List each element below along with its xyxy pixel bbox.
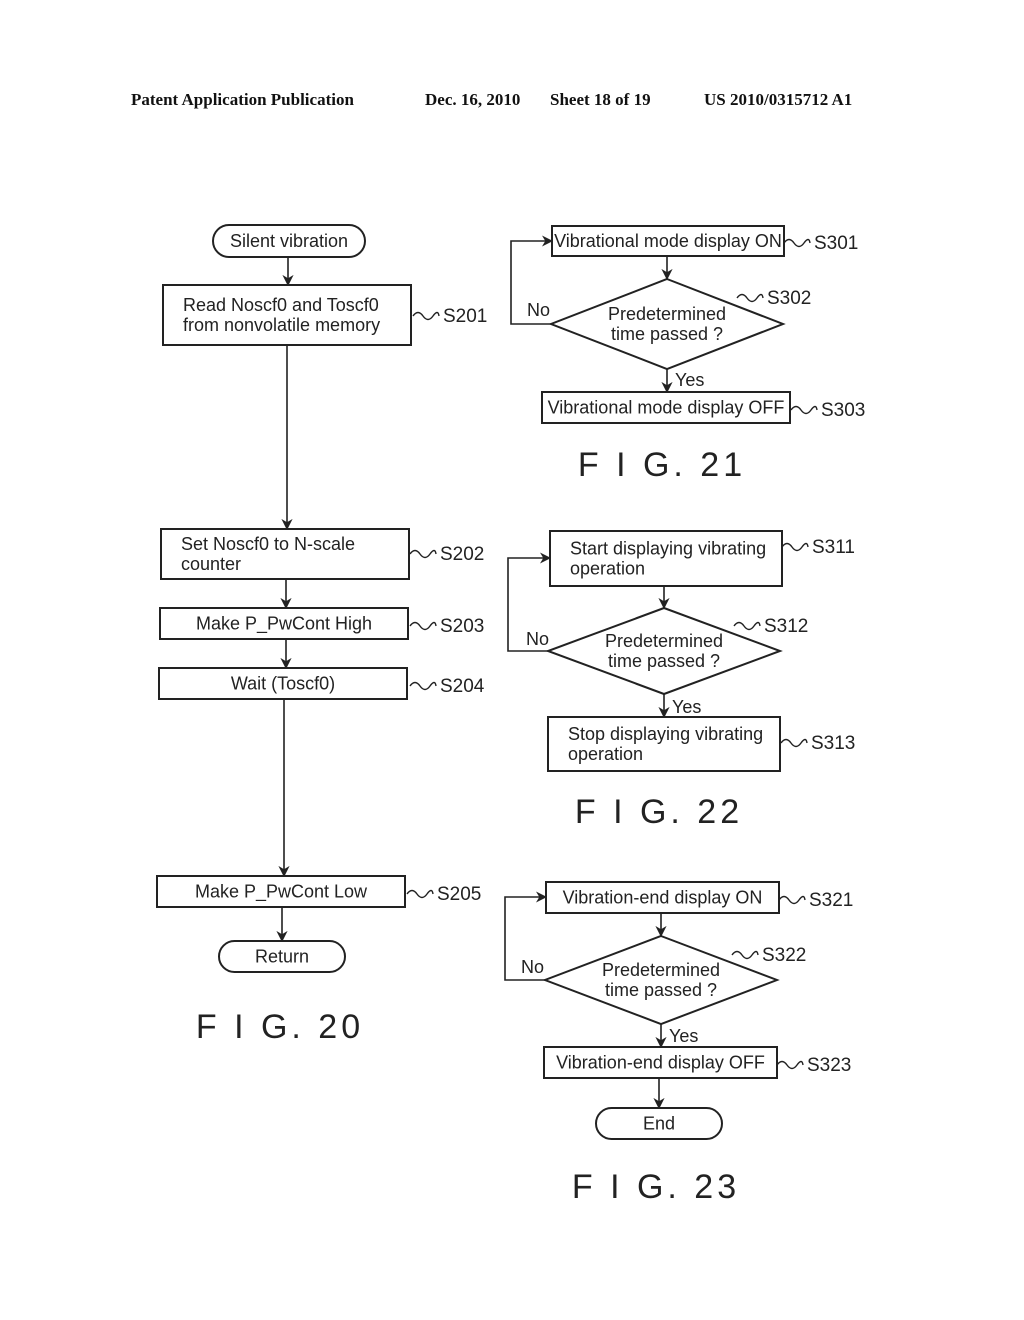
node-text: counter bbox=[181, 554, 241, 574]
node-text: Silent vibration bbox=[230, 231, 348, 251]
step-leader-tilde bbox=[406, 889, 434, 899]
node-text: Wait (Toscf0) bbox=[231, 674, 335, 694]
branch-label-yes: Yes bbox=[669, 1026, 698, 1046]
step-leader-tilde bbox=[409, 621, 437, 631]
decision-S302: Predeterminedtime passed ? S302 bbox=[548, 277, 811, 371]
branch-label-no: No bbox=[521, 957, 544, 977]
step-label-S322: S322 bbox=[762, 945, 806, 966]
step-label-S311: S311 bbox=[812, 537, 855, 558]
node-text: Return bbox=[255, 947, 309, 967]
process-S205: Make P_PwCont Low S205 bbox=[156, 875, 481, 908]
decision-S312: Predeterminedtime passed ? S312 bbox=[545, 606, 808, 696]
step-leader-tilde bbox=[409, 681, 437, 691]
step-leader-tilde bbox=[781, 542, 809, 552]
figure-caption: F I G. 22 bbox=[575, 793, 743, 831]
node-text: from nonvolatile memory bbox=[183, 315, 380, 335]
node-text: Predetermined bbox=[602, 960, 720, 980]
node-text: Start displaying vibrating bbox=[570, 539, 766, 559]
step-leader-tilde bbox=[412, 311, 440, 321]
process-S203: Make P_PwCont High S203 bbox=[159, 607, 484, 640]
step-leader-tilde bbox=[776, 1060, 804, 1070]
decision-S322: Predeterminedtime passed ? S322 bbox=[542, 934, 806, 1026]
step-label-S201: S201 bbox=[443, 306, 487, 327]
step-label-S312: S312 bbox=[764, 616, 808, 637]
node-text: time passed ? bbox=[608, 651, 720, 671]
node-text: Predetermined bbox=[608, 304, 726, 324]
node-text: Vibrational mode display OFF bbox=[548, 398, 785, 418]
figure-caption: F I G. 23 bbox=[572, 1168, 740, 1206]
process-S301: Vibrational mode display ON S301 bbox=[551, 225, 858, 257]
node-text: Set Noscf0 to N-scale bbox=[181, 534, 355, 554]
node-text: Predetermined bbox=[605, 631, 723, 651]
branch-label-yes: Yes bbox=[672, 697, 701, 717]
process-S202: Set Noscf0 to N-scalecounter S202 bbox=[160, 528, 484, 580]
branch-label-no: No bbox=[527, 300, 550, 320]
step-label-S203: S203 bbox=[440, 616, 484, 637]
process-S303: Vibrational mode display OFF S303 bbox=[541, 391, 865, 424]
step-label-S303: S303 bbox=[821, 400, 865, 421]
process-S321: Vibration-end display ON S321 bbox=[545, 881, 853, 914]
figure-fig23: Yes No Vibration-end display ON S321 Predete… bbox=[504, 881, 853, 1206]
step-leader-tilde bbox=[778, 895, 806, 905]
node-text: operation bbox=[570, 559, 645, 579]
step-leader-tilde bbox=[783, 238, 811, 248]
branch-label-no: No bbox=[526, 629, 549, 649]
figure-fig22: YesNoStart displaying vibratingoperation… bbox=[507, 530, 855, 831]
branch-label-yes: Yes bbox=[675, 370, 704, 390]
step-label-S302: S302 bbox=[767, 288, 811, 309]
step-label-S321: S321 bbox=[809, 890, 853, 911]
terminal-end: End bbox=[595, 1107, 723, 1140]
node-text: Vibration-end display OFF bbox=[556, 1053, 765, 1073]
node-text: Read Noscf0 and Toscf0 bbox=[183, 295, 379, 315]
process-S313: Stop displaying vibratingoperation S313 bbox=[547, 716, 855, 772]
flowchart-canvas: Silent vibration Read Noscf0 and Toscf0fr… bbox=[156, 224, 865, 1206]
node-text: Vibrational mode display ON bbox=[554, 231, 782, 251]
node-text: Vibration-end display ON bbox=[563, 888, 763, 908]
process-S311: Start displaying vibratingoperation S311 bbox=[549, 530, 855, 587]
node-text: time passed ? bbox=[611, 324, 723, 344]
node-text: Stop displaying vibrating bbox=[568, 724, 763, 744]
step-label-S323: S323 bbox=[807, 1055, 851, 1076]
step-label-S205: S205 bbox=[437, 884, 481, 905]
node-text: operation bbox=[568, 744, 643, 764]
node-text: End bbox=[643, 1114, 675, 1134]
process-S204: Wait (Toscf0) S204 bbox=[158, 667, 485, 700]
step-label-S202: S202 bbox=[440, 544, 484, 565]
terminal-end: Return bbox=[218, 940, 346, 973]
process-S323: Vibration-end display OFF S323 bbox=[543, 1046, 851, 1079]
step-label-S204: S204 bbox=[440, 676, 485, 697]
figure-fig20: Silent vibration Read Noscf0 and Toscf0fr… bbox=[156, 224, 487, 1046]
terminal-start: Silent vibration bbox=[212, 224, 366, 258]
process-S201: Read Noscf0 and Toscf0from nonvolatile m… bbox=[162, 284, 487, 346]
step-leader-tilde bbox=[780, 738, 808, 748]
node-text: Make P_PwCont High bbox=[196, 614, 372, 635]
figure-fig21: Yes No Vibrational mode display ON S301 Pred… bbox=[510, 225, 865, 484]
figure-caption: F I G. 20 bbox=[196, 1008, 364, 1046]
step-leader-tilde bbox=[409, 549, 437, 559]
node-text: time passed ? bbox=[605, 980, 717, 1000]
figure-caption: F I G. 21 bbox=[578, 446, 746, 484]
step-leader-tilde bbox=[733, 621, 761, 631]
step-leader-tilde bbox=[731, 950, 759, 960]
step-label-S313: S313 bbox=[811, 733, 855, 754]
step-leader-tilde bbox=[736, 293, 764, 303]
step-label-S301: S301 bbox=[814, 233, 858, 254]
node-text: Make P_PwCont Low bbox=[195, 882, 368, 903]
step-leader-tilde bbox=[790, 405, 818, 415]
